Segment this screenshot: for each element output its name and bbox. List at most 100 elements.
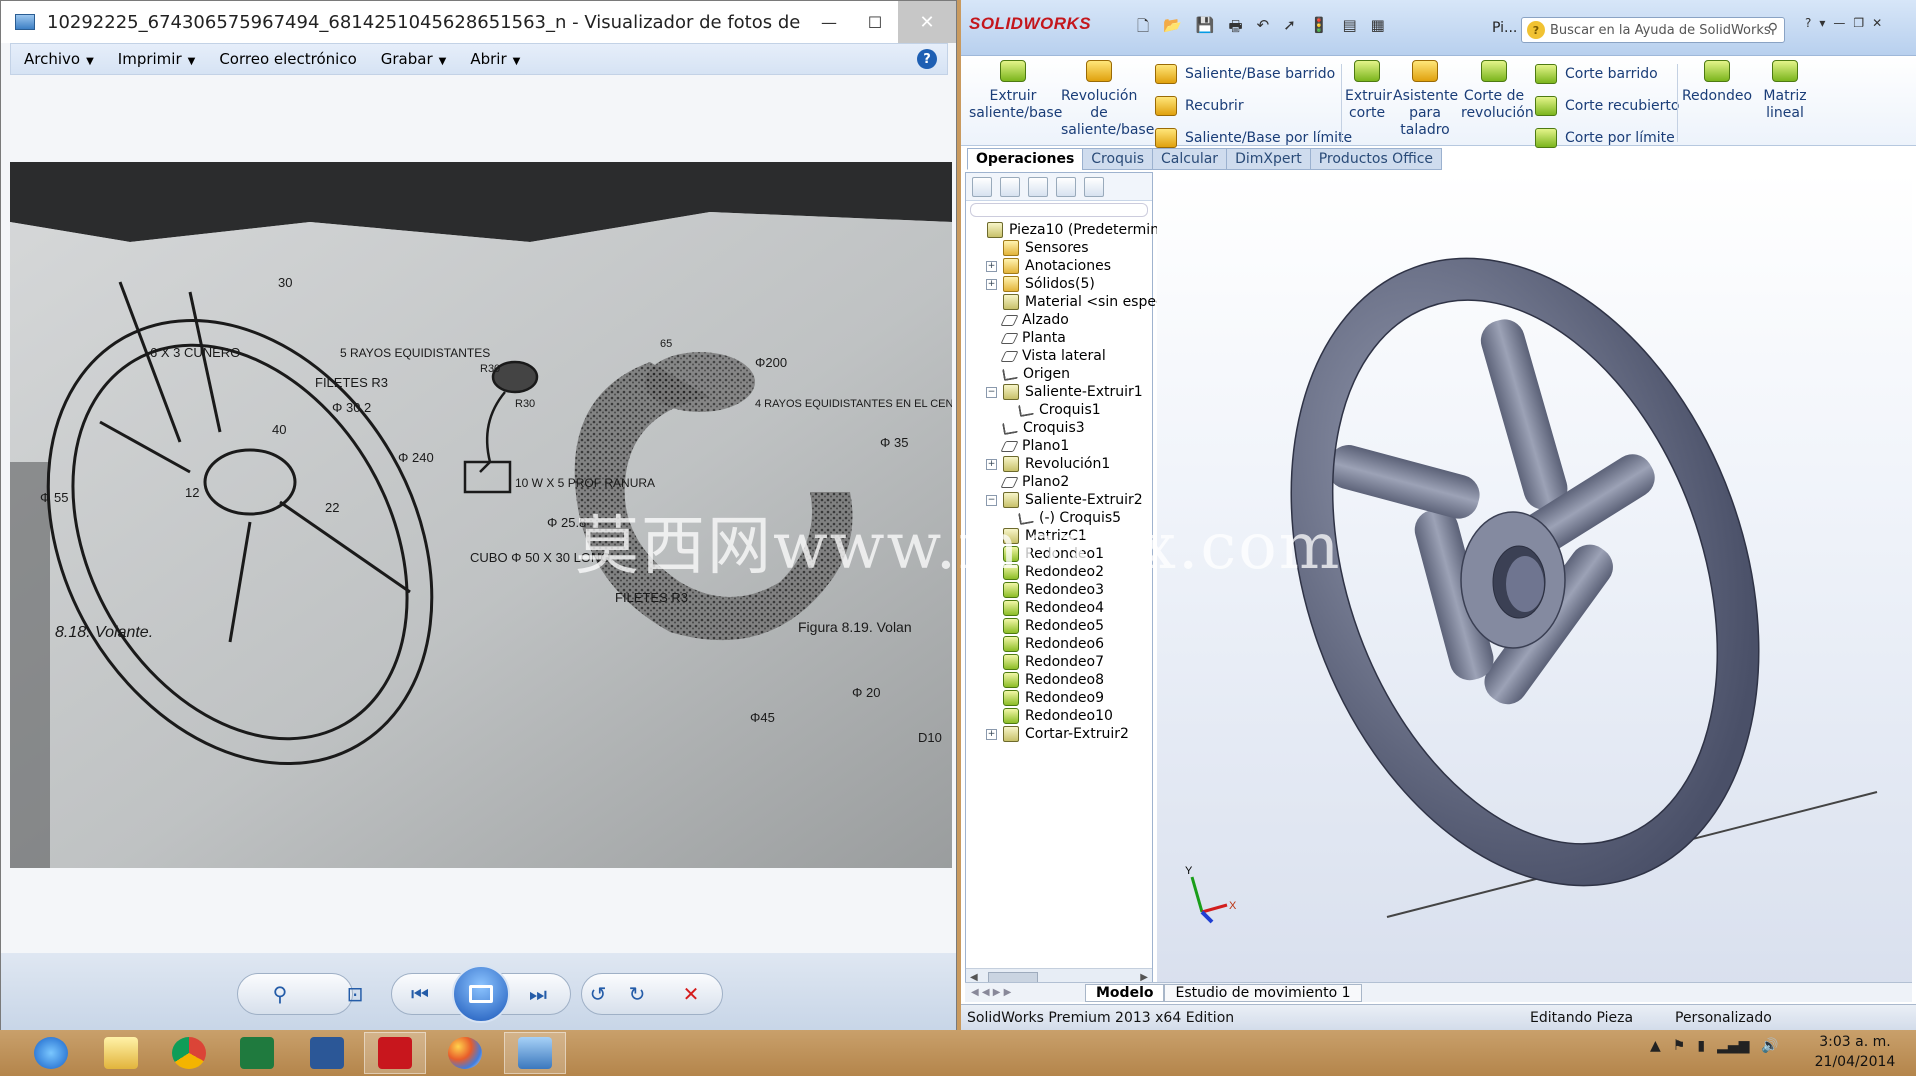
menu-label: Correo electrónico xyxy=(219,50,357,68)
previous-icon[interactable]: ⏮ xyxy=(403,977,437,1011)
extrude-cut-button[interactable]: Extruir corte xyxy=(1345,60,1392,122)
tab-productos-office[interactable]: Productos Office xyxy=(1309,148,1443,170)
file-properties-icon[interactable]: ▤ xyxy=(1342,16,1356,41)
figure-caption: Figura 8.19. Volan xyxy=(798,619,912,635)
volume-icon[interactable]: 🔊 xyxy=(1761,1038,1778,1054)
explorer-taskbar-button[interactable] xyxy=(90,1032,152,1074)
boundary-cut-button[interactable]: Corte por límite xyxy=(1535,128,1675,148)
close-button[interactable]: ✕ xyxy=(898,1,956,43)
undo-icon[interactable]: ↶ xyxy=(1257,16,1270,41)
close-button[interactable]: ✕ xyxy=(1872,16,1882,30)
tree-expand-icon[interactable]: + xyxy=(986,728,997,740)
save-icon[interactable]: 💾 xyxy=(1196,16,1215,41)
search-icon[interactable]: ⚲ xyxy=(1768,21,1778,37)
rotate-right-icon[interactable]: ↻ xyxy=(620,977,654,1011)
network-icon[interactable]: ▂▄▆ xyxy=(1717,1038,1749,1054)
menu-grabar[interactable]: Grabar ▼ xyxy=(368,50,458,68)
quick-access-toolbar: 🗋 📂 💾 🖶 ↶ ➚ 🚦 ▤ ▦ xyxy=(1137,16,1385,41)
configuration-manager-icon[interactable] xyxy=(1028,176,1048,197)
word-taskbar-button[interactable] xyxy=(296,1032,358,1074)
maximize-button[interactable]: ☐ xyxy=(852,1,898,43)
revolve-boss-button[interactable]: Revolución de saliente/base xyxy=(1061,60,1154,139)
solidworks-logo[interactable]: SOLIDWORKS xyxy=(969,14,1091,34)
rebuild-icon[interactable]: 🚦 xyxy=(1310,16,1329,41)
drawing-label: Φ 35 xyxy=(880,435,908,450)
chrome-taskbar-button[interactable] xyxy=(158,1032,220,1074)
tree-expand-icon[interactable]: + xyxy=(986,458,997,470)
linear-pattern-button[interactable]: Matriz lineal xyxy=(1757,60,1813,122)
lofted-cut-button[interactable]: Corte recubierto xyxy=(1535,96,1679,116)
next-icon[interactable]: ⏭ xyxy=(521,977,555,1011)
slideshow-button[interactable] xyxy=(452,965,510,1023)
graphics-viewport[interactable]: Y X xyxy=(1157,172,1912,987)
word-icon xyxy=(310,1037,344,1069)
show-hidden-icons-icon[interactable]: ▲ xyxy=(1650,1038,1661,1054)
print-icon[interactable]: 🖶 xyxy=(1228,16,1242,41)
select-icon[interactable]: ➚ xyxy=(1283,16,1296,41)
tree-expand-icon[interactable]: + xyxy=(986,260,997,272)
restore-button[interactable]: ❐ xyxy=(1853,16,1864,30)
new-document-icon[interactable]: 🗋 xyxy=(1137,16,1149,41)
ie-taskbar-button[interactable] xyxy=(20,1032,82,1074)
tree-expand-icon[interactable]: − xyxy=(986,494,997,506)
swept-boss-button[interactable]: Saliente/Base barrido xyxy=(1155,64,1335,84)
rotate-left-icon[interactable]: ↺ xyxy=(581,977,615,1011)
menu-correo[interactable]: Correo electrónico xyxy=(206,50,367,68)
paint-taskbar-button[interactable] xyxy=(434,1032,496,1074)
swept-cut-button[interactable]: Corte barrido xyxy=(1535,64,1658,84)
photo-viewer-taskbar-button[interactable] xyxy=(504,1032,566,1074)
help-icon[interactable]: ? xyxy=(917,49,937,69)
dimxpert-manager-icon[interactable] xyxy=(1056,176,1076,197)
tab-dimxpert[interactable]: DimXpert xyxy=(1226,148,1311,170)
loft-button[interactable]: Recubrir xyxy=(1155,96,1244,116)
tab-calcular[interactable]: Calcular xyxy=(1152,148,1228,170)
help-menu-icon[interactable]: ? xyxy=(1805,16,1811,30)
delete-icon[interactable]: ✕ xyxy=(674,977,708,1011)
tree-node-icon xyxy=(1003,276,1019,292)
tab-modelo[interactable]: Modelo xyxy=(1085,983,1165,1002)
menu-abrir[interactable]: Abrir ▼ xyxy=(457,50,531,68)
minimize-button[interactable]: — xyxy=(806,1,852,43)
tree-expand-icon[interactable]: + xyxy=(986,278,997,290)
tree-item[interactable]: + Cortar-Extruir2 xyxy=(966,723,1129,745)
pin-icon[interactable]: ▾ xyxy=(1819,16,1825,30)
excel-taskbar-button[interactable] xyxy=(226,1032,288,1074)
boundary-boss-button[interactable]: Saliente/Base por límite xyxy=(1155,128,1352,148)
menu-label: Archivo xyxy=(24,50,81,68)
tab-motion-study[interactable]: Estudio de movimiento 1 xyxy=(1164,983,1362,1002)
taskbar-clock[interactable]: 3:03 a. m. 21/04/2014 xyxy=(1805,1032,1905,1072)
property-manager-icon[interactable] xyxy=(1000,176,1020,197)
fillet-button[interactable]: Redondeo xyxy=(1681,60,1753,105)
zoom-icon[interactable]: ⚲ xyxy=(263,977,297,1011)
display-manager-icon[interactable] xyxy=(1084,176,1104,197)
tree-expand-icon[interactable]: − xyxy=(986,386,997,398)
revolve-cut-button[interactable]: Corte de revolución xyxy=(1461,60,1534,122)
feature-tree-icon[interactable] xyxy=(972,176,992,197)
fit-window-icon[interactable]: ⊡ xyxy=(338,977,372,1011)
chrome-icon xyxy=(172,1037,206,1069)
status-custom-units[interactable]: Personalizado xyxy=(1675,1010,1772,1026)
tab-croquis[interactable]: Croquis xyxy=(1082,148,1154,170)
solidworks-taskbar-button[interactable] xyxy=(364,1032,426,1074)
tree-filter-input[interactable] xyxy=(970,203,1148,217)
extrude-boss-button[interactable]: Extruir saliente/base xyxy=(969,60,1062,122)
menu-imprimir[interactable]: Imprimir ▼ xyxy=(105,50,207,68)
chevron-down-icon: ▼ xyxy=(438,56,447,67)
menu-archivo[interactable]: Archivo ▼ xyxy=(11,50,105,68)
help-search-input[interactable]: ? Buscar en la Ayuda de SolidWorks ⚲ xyxy=(1521,17,1785,43)
power-icon[interactable]: ▮ xyxy=(1697,1038,1705,1054)
tree-item-label: Redondeo8 xyxy=(1025,672,1105,688)
ribbon-label: Corte de revolución xyxy=(1461,88,1534,121)
action-center-flag-icon[interactable]: ⚑ xyxy=(1673,1038,1686,1054)
handwheel-model[interactable]: Y X xyxy=(1157,172,1912,987)
tab-operaciones[interactable]: Operaciones xyxy=(967,148,1084,170)
minimize-button[interactable]: — xyxy=(1833,16,1845,30)
ribbon-label: Corte recubierto xyxy=(1565,98,1680,114)
tab-scroll-icon[interactable]: ◀ ◀ ▶ ▶ xyxy=(965,987,1085,998)
options-icon[interactable]: ▦ xyxy=(1371,16,1385,41)
hole-wizard-button[interactable]: Asistente para taladro xyxy=(1393,60,1458,139)
status-edition: SolidWorks Premium 2013 x64 Edition xyxy=(967,1009,1235,1026)
open-icon[interactable]: 📂 xyxy=(1163,16,1182,41)
